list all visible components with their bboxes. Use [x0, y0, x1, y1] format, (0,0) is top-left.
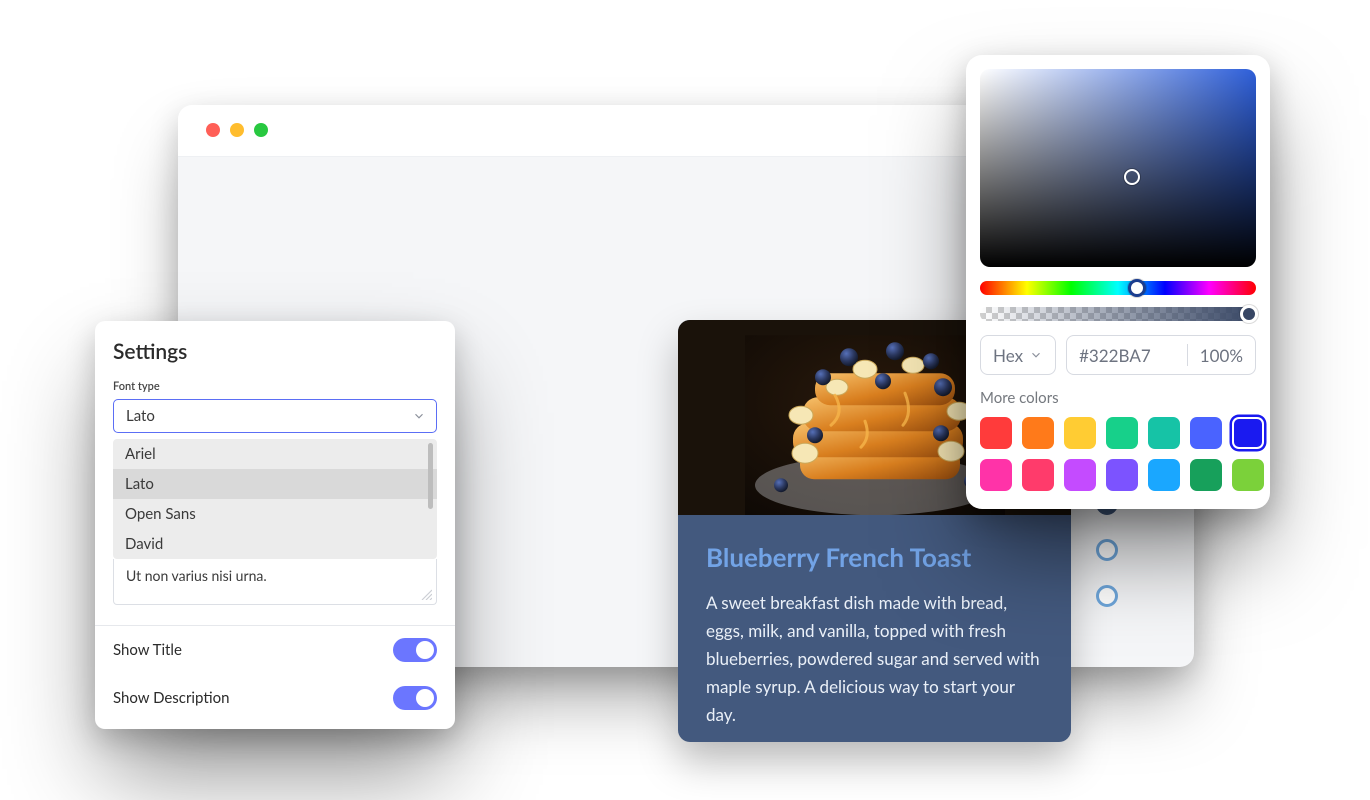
color-value-box: #322BA7 100%	[1066, 335, 1256, 375]
hue-slider[interactable]	[980, 281, 1256, 295]
alpha-slider[interactable]	[980, 307, 1256, 321]
font-option[interactable]: Ariel	[113, 439, 437, 469]
chevron-down-icon	[412, 409, 426, 427]
color-swatch[interactable]	[1148, 417, 1180, 449]
font-option[interactable]: David	[113, 529, 437, 559]
show-description-toggle[interactable]	[393, 686, 437, 710]
color-format-value: Hex	[993, 345, 1023, 366]
hue-thumb[interactable]	[1128, 279, 1146, 297]
more-colors-label: More colors	[980, 389, 1256, 407]
textarea-value: Ut non varius nisi urna.	[126, 567, 267, 584]
color-swatch[interactable]	[1190, 459, 1222, 491]
close-icon[interactable]	[206, 123, 220, 137]
color-swatch[interactable]	[1190, 417, 1222, 449]
recipe-title: Blueberry French Toast	[706, 541, 1043, 573]
chevron-down-icon	[1029, 348, 1043, 362]
font-option[interactable]: Open Sans	[113, 499, 437, 529]
settings-title: Settings	[113, 339, 437, 364]
color-swatch[interactable]	[1106, 417, 1138, 449]
font-option[interactable]: Lato	[113, 469, 437, 499]
color-picker: Hex #322BA7 100% More colors	[966, 55, 1270, 509]
alpha-thumb[interactable]	[1240, 305, 1258, 323]
color-swatch[interactable]	[1064, 417, 1096, 449]
options-scrollbar[interactable]	[428, 443, 433, 509]
swatch-grid	[980, 417, 1256, 491]
maximize-icon[interactable]	[254, 123, 268, 137]
recipe-description: A sweet breakfast dish made with bread, …	[706, 589, 1043, 729]
show-title-label: Show Title	[113, 641, 182, 659]
show-title-toggle[interactable]	[393, 638, 437, 662]
font-options-list: Ariel Lato Open Sans David	[113, 439, 437, 559]
font-type-label: Font type	[113, 380, 437, 393]
minimize-icon[interactable]	[230, 123, 244, 137]
color-swatch[interactable]	[1232, 417, 1264, 449]
color-swatch[interactable]	[1148, 459, 1180, 491]
font-select-value: Lato	[126, 407, 155, 425]
color-swatch[interactable]	[1064, 459, 1096, 491]
opacity-input[interactable]: 100%	[1188, 345, 1255, 366]
indicator-dot[interactable]	[1096, 585, 1118, 607]
color-swatch[interactable]	[980, 459, 1012, 491]
sv-cursor[interactable]	[1124, 169, 1140, 185]
indicator-dot[interactable]	[1096, 539, 1118, 561]
color-format-select[interactable]: Hex	[980, 335, 1056, 375]
color-swatch[interactable]	[1106, 459, 1138, 491]
resize-handle-icon[interactable]	[420, 588, 432, 600]
font-select[interactable]: Lato	[113, 399, 437, 433]
color-swatch[interactable]	[980, 417, 1012, 449]
sample-textarea[interactable]: Ut non varius nisi urna.	[113, 559, 437, 605]
show-description-label: Show Description	[113, 689, 229, 707]
color-swatch[interactable]	[1232, 459, 1264, 491]
window-controls	[206, 123, 268, 137]
hex-input[interactable]: #322BA7	[1067, 345, 1187, 366]
settings-panel: Settings Font type Lato Ariel Lato Open …	[95, 321, 455, 729]
color-swatch[interactable]	[1022, 417, 1054, 449]
color-swatch[interactable]	[1022, 459, 1054, 491]
sv-canvas[interactable]	[980, 69, 1256, 267]
